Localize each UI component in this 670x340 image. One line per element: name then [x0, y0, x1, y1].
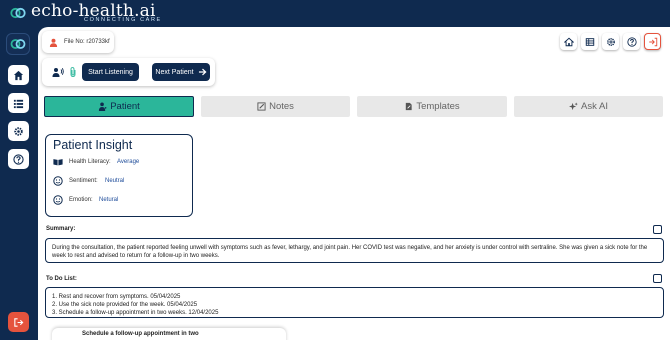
sparkle-icon: [569, 102, 578, 111]
table-view-button[interactable]: [581, 33, 598, 50]
next-patient-label: Next Patient: [155, 68, 194, 76]
logout-icon: [14, 317, 24, 327]
arrow-right-icon: [198, 68, 207, 76]
next-patient-button[interactable]: Next Patient: [152, 63, 210, 81]
tab-patient[interactable]: Patient: [44, 96, 194, 117]
exit-icon: [648, 37, 657, 46]
insight-row-sentiment: Sentiment: Neutral: [53, 176, 124, 186]
sidebar-help-button[interactable]: [8, 149, 29, 169]
summary-label: Summary:: [46, 226, 76, 232]
todo-checkbox[interactable]: [653, 274, 662, 283]
top-bar: echo-health.ai CONNECTING CARE: [0, 0, 670, 27]
gear-icon: [606, 37, 615, 46]
brand-tagline: CONNECTING CARE: [84, 17, 162, 23]
tab-label: Ask AI: [581, 101, 608, 112]
smiley-icon: [53, 176, 63, 186]
home-button[interactable]: [560, 33, 577, 50]
followup-card[interactable]: Schedule a follow-up appointment in two: [52, 328, 286, 340]
help-icon: [13, 153, 24, 165]
todo-item: 2. Use the sick note provided for the we…: [52, 302, 198, 308]
echo-logo-icon: [10, 7, 26, 19]
listening-controls: Start Listening Next Patient: [42, 58, 215, 86]
tab-notes[interactable]: Notes: [201, 96, 350, 117]
sidebar-home-button[interactable]: [8, 65, 29, 85]
user-icon: [49, 38, 58, 47]
tab-label: Templates: [416, 101, 460, 112]
insight-title: Patient Insight: [53, 138, 133, 152]
home-icon: [563, 37, 574, 46]
insight-label: Sentiment:: [69, 178, 98, 184]
book-icon: [53, 159, 63, 166]
help-button[interactable]: [623, 33, 640, 50]
file-number: File No: r20733kf: [64, 39, 110, 45]
insight-row-health-literacy: Health Literacy: Average: [53, 157, 139, 167]
table-icon: [585, 37, 594, 46]
voice-icon[interactable]: [52, 67, 64, 77]
tab-ask-ai[interactable]: Ask AI: [514, 96, 663, 117]
sidebar-settings-button[interactable]: [8, 121, 29, 141]
insight-label: Health Literacy:: [69, 159, 111, 165]
smiley-icon: [53, 195, 63, 205]
file-number-card: File No: r20733kf: [42, 31, 114, 53]
sidebar-logo[interactable]: [6, 33, 30, 55]
todo-label: To Do List:: [46, 276, 77, 282]
toolbar-icons: [560, 33, 661, 51]
tab-label: Notes: [269, 101, 294, 112]
insight-label: Emotion:: [69, 197, 93, 203]
attachment-icon[interactable]: [69, 67, 77, 77]
help-icon: [626, 36, 637, 47]
insight-row-emotion: Emotion: Netural: [53, 195, 118, 205]
insight-value: Netural: [99, 197, 119, 203]
tab-label: Patient: [110, 101, 140, 112]
sidebar: [0, 27, 38, 340]
patient-icon: [99, 102, 107, 111]
sidebar-list-button[interactable]: [8, 93, 29, 113]
summary-text[interactable]: During the consultation, the patient rep…: [45, 238, 664, 263]
exit-button[interactable]: [644, 33, 661, 50]
patient-insight-card: Patient Insight Health Literacy: Average…: [45, 134, 193, 217]
todo-item: 1. Rest and recover from symptoms. 05/04…: [52, 294, 181, 300]
main-panel: File No: r20733kf Start Listening Next P…: [38, 27, 670, 340]
start-listening-button[interactable]: Start Listening: [82, 63, 139, 81]
logout-button[interactable]: [8, 312, 29, 332]
insight-value: Neutral: [105, 178, 125, 184]
insight-value: Average: [117, 159, 140, 165]
tab-templates[interactable]: Templates: [357, 96, 507, 117]
home-icon: [13, 70, 24, 80]
gear-icon: [14, 126, 23, 136]
templates-icon: [406, 102, 412, 111]
notes-icon: [257, 102, 266, 111]
todo-item: 3. Schedule a follow-up appointment in t…: [52, 310, 219, 316]
settings-button[interactable]: [602, 33, 619, 50]
summary-checkbox[interactable]: [653, 225, 662, 234]
todo-list[interactable]: 1. Rest and recover from symptoms. 05/04…: [45, 287, 664, 318]
echo-logo-icon: [10, 39, 26, 49]
list-icon: [13, 99, 24, 108]
